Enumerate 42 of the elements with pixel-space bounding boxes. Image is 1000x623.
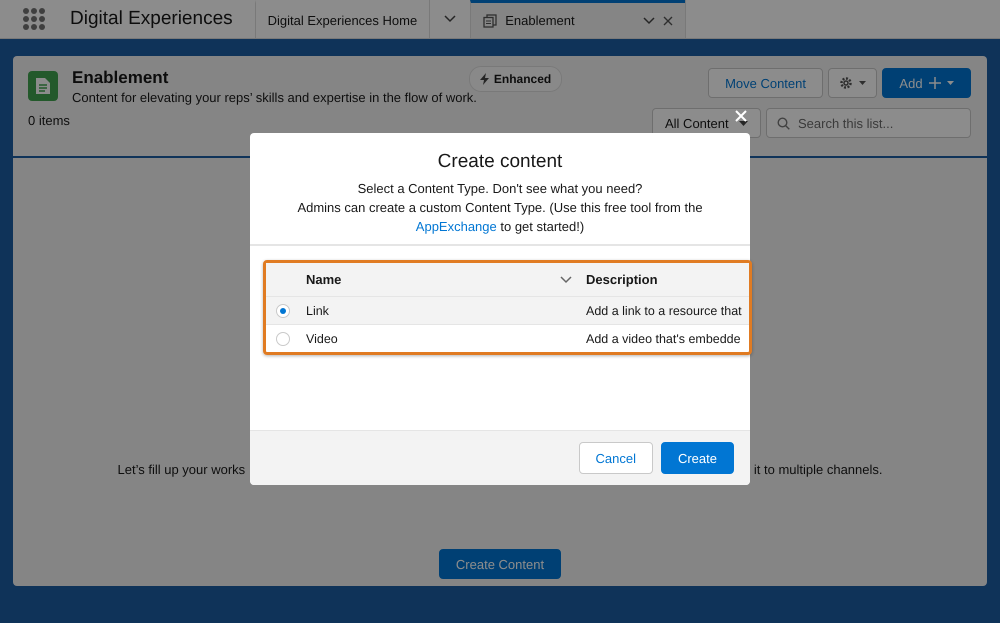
settings-icon [839, 76, 853, 90]
appexchange-link[interactable]: AppExchange [416, 219, 497, 234]
move-content-button[interactable]: Move Content [708, 68, 823, 98]
caret-icon [859, 81, 866, 85]
nav-tab[interactable]: Enablement [470, 0, 686, 38]
column-header[interactable]: Name [306, 272, 586, 287]
search-icon [777, 117, 790, 130]
modal-intro: Select a Content Type. Don't see what you need? [358, 180, 642, 198]
document-icon [28, 71, 58, 101]
table-cell-text: Add a link to a resource that [586, 304, 743, 318]
close-icon[interactable] [663, 16, 674, 26]
radio-button[interactable] [276, 304, 290, 318]
item-count: 0 items [28, 113, 71, 128]
badge-label: Enhanced [494, 72, 552, 86]
sort-chevron-icon[interactable] [560, 276, 572, 284]
page-title: Enablement [72, 68, 170, 88]
app-launcher-icon[interactable] [22, 7, 46, 31]
document-icon [483, 14, 498, 28]
nav-menu-icon[interactable] [444, 15, 456, 23]
modal-title: Create content [438, 151, 562, 173]
caret-icon [946, 81, 954, 85]
cancel-button[interactable]: Cancel [578, 442, 653, 474]
lightning-icon [480, 73, 489, 85]
create-content-button[interactable]: Create Content [438, 549, 562, 579]
dialog-close-icon[interactable] [734, 109, 748, 123]
tab-menu-icon[interactable] [643, 16, 656, 24]
table-cell-text: Link [306, 304, 330, 318]
caret-icon [739, 120, 748, 126]
plus-icon [928, 77, 941, 89]
table-cell-text: Add a video that's embedde [586, 332, 742, 346]
page-subtitle: Content for elevating your reps’ skills and expertise in the flow of work. [72, 90, 477, 105]
column-header[interactable]: Description [586, 272, 749, 287]
empty-message: it to multiple channels. [754, 462, 882, 477]
table-cell-text: Video [306, 332, 339, 346]
app-name: Digital Experiences [70, 8, 233, 30]
modal-description: Admins can create a custom Content Type. (Use this free tool from the AppExchange to get started!) [296, 199, 704, 236]
radio-button[interactable] [276, 332, 290, 346]
empty-message: Let’s fill up your works [118, 462, 246, 477]
add-button[interactable]: Add [882, 68, 971, 98]
settings-button[interactable] [828, 68, 877, 98]
create-button[interactable]: Create [660, 442, 734, 474]
search-field[interactable]: Search this list... [766, 108, 971, 138]
